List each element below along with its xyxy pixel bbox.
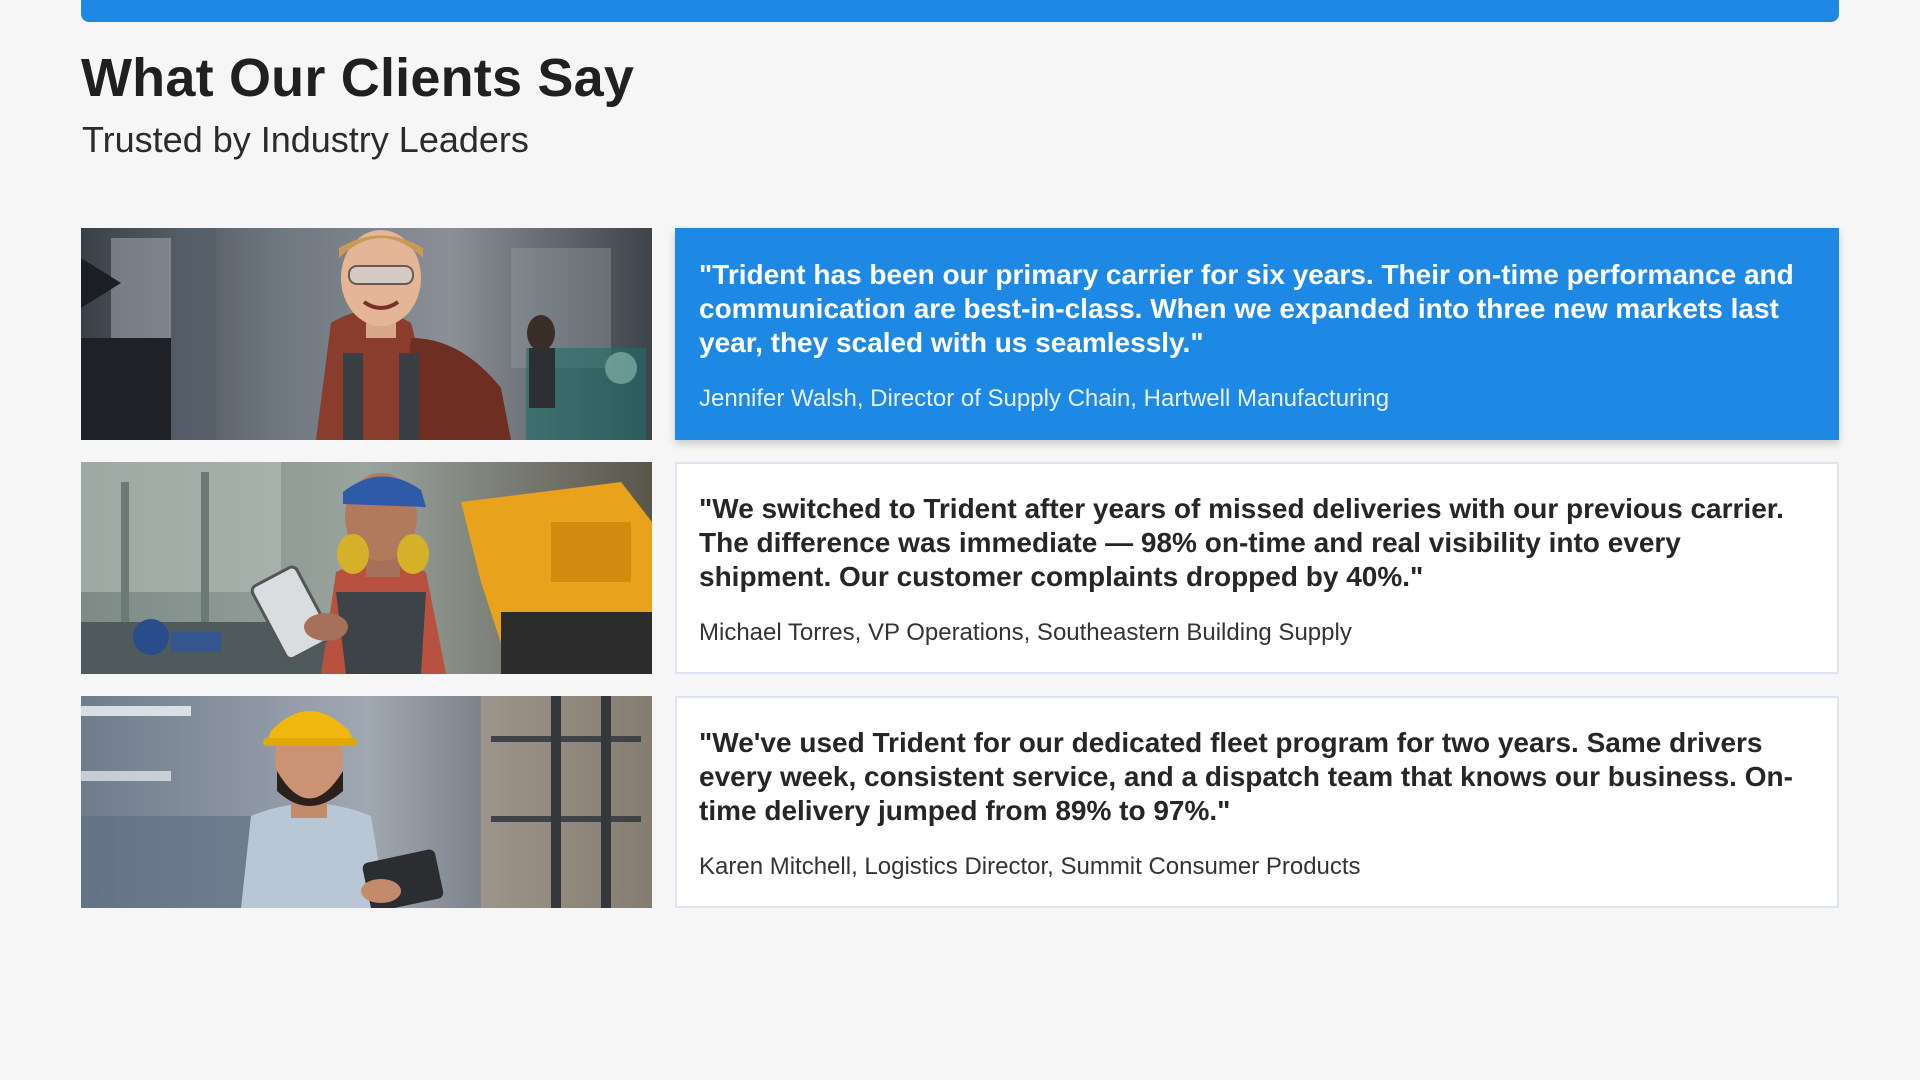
testimonial-row: "We switched to Trident after years of m… [81, 462, 1839, 674]
page-title: What Our Clients Say [81, 48, 635, 108]
testimonial-row: "We've used Trident for our dedicated fl… [81, 696, 1839, 908]
testimonial-quote: "We switched to Trident after years of m… [699, 493, 1784, 592]
client-photo-man-warehouse [81, 696, 652, 908]
testimonial-quote: "Trident has been our primary carrier fo… [699, 259, 1794, 358]
testimonial-card-featured: "Trident has been our primary carrier fo… [675, 228, 1839, 440]
testimonial-card: "We've used Trident for our dedicated fl… [675, 696, 1839, 908]
page-subtitle: Trusted by Industry Leaders [82, 119, 529, 160]
client-photo-woman-factory [81, 228, 652, 440]
testimonial-list: "Trident has been our primary carrier fo… [81, 228, 1839, 930]
testimonial-attribution: Jennifer Walsh, Director of Supply Chain… [699, 385, 1390, 412]
top-accent-bar [81, 0, 1839, 22]
testimonial-quote: "We've used Trident for our dedicated fl… [699, 727, 1793, 826]
testimonial-card: "We switched to Trident after years of m… [675, 462, 1839, 674]
client-photo-woman-tablet [81, 462, 652, 674]
testimonial-row: "Trident has been our primary carrier fo… [81, 228, 1839, 440]
testimonial-attribution: Karen Mitchell, Logistics Director, Summ… [699, 853, 1361, 880]
testimonial-attribution: Michael Torres, VP Operations, Southeast… [699, 619, 1352, 646]
